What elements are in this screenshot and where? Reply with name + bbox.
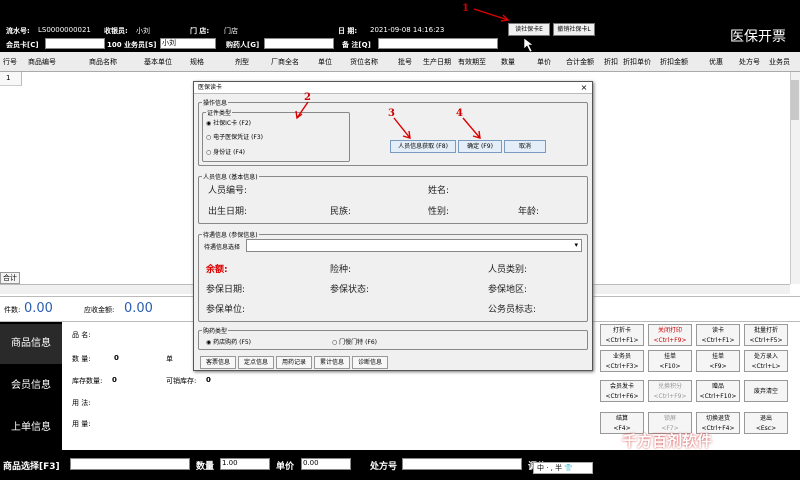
cursor-icon	[523, 37, 534, 53]
annotation-arrows	[295, 8, 534, 139]
